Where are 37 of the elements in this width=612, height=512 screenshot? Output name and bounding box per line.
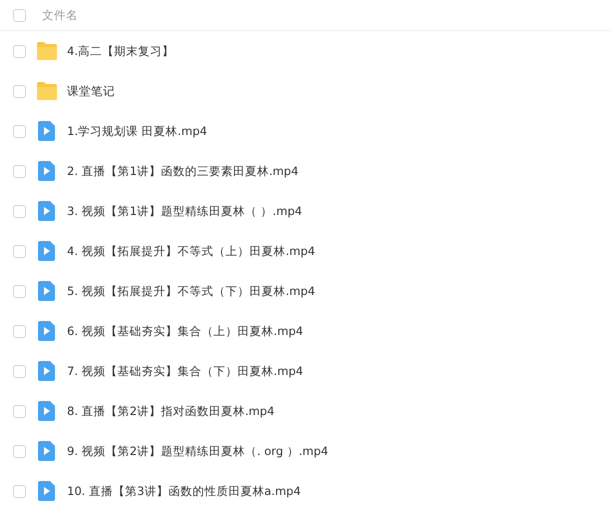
folder-icon [36, 82, 58, 100]
file-name[interactable]: 4. 视频【拓展提升】不等式（上）田夏林.mp4 [67, 244, 316, 258]
checkbox[interactable] [13, 8, 26, 22]
checkbox[interactable] [13, 244, 26, 258]
file-name[interactable]: 4.高二【期末复习】 [67, 44, 174, 58]
file-name[interactable]: 课堂笔记 [67, 84, 115, 98]
file-name[interactable]: 8. 直播【第2讲】指对函数田夏林.mp4 [67, 404, 274, 418]
play-file-icon [38, 161, 55, 181]
folder-icon [36, 42, 58, 60]
file-name[interactable]: 1.学习规划课 田夏林.mp4 [67, 124, 208, 138]
play-file-icon [38, 241, 55, 261]
file-name[interactable]: 3. 视频【第1讲】题型精练田夏林（ ）.mp4 [67, 204, 302, 218]
play-file-icon [38, 481, 55, 501]
play-file-icon [38, 401, 55, 421]
file-name[interactable]: 9. 视频【第2讲】题型精练田夏林（. org ）.mp4 [67, 444, 328, 458]
checkbox[interactable] [13, 164, 26, 178]
checkbox[interactable] [13, 364, 26, 378]
file-name[interactable]: 6. 视频【基础夯实】集合（上）田夏林.mp4 [67, 324, 304, 338]
play-file-icon [38, 121, 55, 141]
play-file-icon [38, 281, 55, 301]
file-name[interactable]: 7. 视频【基础夯实】集合（下）田夏林.mp4 [67, 364, 304, 378]
checkbox[interactable] [13, 444, 26, 458]
checkbox[interactable] [13, 44, 26, 58]
checkbox[interactable] [13, 204, 26, 218]
checkbox[interactable] [13, 124, 26, 138]
play-file-icon [38, 361, 55, 381]
checkbox[interactable] [13, 404, 26, 418]
play-file-icon [38, 441, 55, 461]
checkbox[interactable] [13, 284, 26, 298]
file-name[interactable]: 10. 直播【第3讲】函数的性质田夏林a.mp4 [67, 484, 301, 498]
file-name[interactable]: 5. 视频【拓展提升】不等式（下）田夏林.mp4 [67, 284, 316, 298]
play-file-icon [38, 201, 55, 221]
checkbox[interactable] [13, 484, 26, 498]
checkbox[interactable] [13, 84, 26, 98]
play-file-icon [38, 321, 55, 341]
checkbox[interactable] [13, 324, 26, 338]
file-name[interactable]: 2. 直播【第1讲】函数的三要素田夏林.mp4 [67, 164, 298, 178]
